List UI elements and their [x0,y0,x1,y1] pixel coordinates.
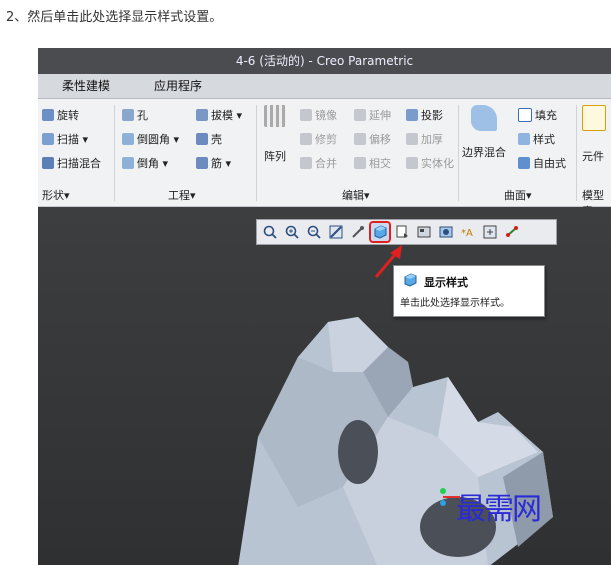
window-title: 4-6 (活动的) - Creo Parametric [38,48,611,74]
style-icon [518,133,530,145]
swept-blend-icon [42,157,54,169]
watermark-logo: 最需网 [456,492,542,527]
project-icon [406,109,418,121]
swept-blend-button[interactable]: 扫描混合 [42,155,101,171]
hole-button[interactable]: 孔 [122,107,148,123]
reorient-icon[interactable] [349,223,367,241]
zoom-in-icon[interactable] [283,223,301,241]
sweep-button[interactable]: 扫描 ▾ [42,131,88,147]
draft-button[interactable]: 拔模 ▾ [196,107,242,123]
divider [458,105,459,201]
display-style-tooltip-icon [404,273,417,287]
annotation-icon[interactable] [503,223,521,241]
view-toolbar: *A [256,219,557,245]
boundary-blend-button[interactable]: 边界混合 [462,105,506,160]
perspective-icon[interactable] [437,223,455,241]
sweep-icon [42,133,54,145]
group-edit[interactable]: 编辑▾ [342,187,370,203]
group-surface[interactable]: 曲面▾ [504,187,532,203]
spin-center-icon[interactable] [481,223,499,241]
fill-button[interactable]: 填充 [518,107,557,123]
thicken-button[interactable]: 加厚 [406,131,443,147]
offset-button[interactable]: 偏移 [354,131,391,147]
3d-model [238,317,553,565]
trim-button[interactable]: 修剪 [300,131,337,147]
shell-icon [196,133,208,145]
boundary-blend-icon [471,105,497,131]
divider [576,105,577,201]
trim-icon [300,133,312,145]
pattern-icon [264,105,286,127]
display-style-tooltip: 显示样式 单击此处选择显示样式。 [393,265,545,317]
divider [256,105,257,201]
solidify-button[interactable]: 实体化 [406,155,454,171]
thicken-icon [406,133,418,145]
rib-icon [196,157,208,169]
repaint-icon[interactable] [327,223,345,241]
mirror-button[interactable]: 镜像 [300,107,337,123]
view-manager-icon[interactable] [415,223,433,241]
intersect-button[interactable]: 相交 [354,155,391,171]
group-shape[interactable]: 形状▾ [42,187,70,203]
component-icon [582,105,606,131]
tooltip-title: 显示样式 [424,276,468,289]
merge-icon [300,157,312,169]
saved-views-icon[interactable] [393,223,411,241]
rib-button[interactable]: 筋 ▾ [196,155,231,171]
round-button[interactable]: 倒圆角 ▾ [122,131,179,147]
mirror-icon [300,109,312,121]
extend-button[interactable]: 延伸 [354,107,391,123]
chamfer-icon [122,157,134,169]
chamfer-button[interactable]: 倒角 ▾ [122,155,168,171]
group-engineering[interactable]: 工程▾ [168,187,196,203]
component-button[interactable]: 元件 [582,105,606,164]
zoom-out-icon[interactable] [305,223,323,241]
divider [114,105,115,201]
shell-button[interactable]: 壳 [196,131,222,147]
revolve-icon [42,109,54,121]
hole-icon [122,109,134,121]
tab-flexible-modeling[interactable]: 柔性建模 [52,74,120,98]
ribbon-tabs: 柔性建模 应用程序 [38,74,611,99]
svg-text:*A: *A [461,228,473,239]
freestyle-button[interactable]: 自由式 [518,155,566,171]
ribbon: 旋转 扫描 ▾ 扫描混合 形状▾ 孔 拔模 ▾ 倒圆角 ▾ 壳 倒角 ▾ 筋 ▾… [38,99,611,218]
merge-button[interactable]: 合并 [300,155,337,171]
project-button[interactable]: 投影 [406,107,443,123]
tooltip-body: 单击此处选择显示样式。 [400,298,510,309]
pattern-button[interactable]: 阵列 [264,105,286,164]
revolve-button[interactable]: 旋转 [42,107,79,123]
fill-icon [518,108,532,122]
solidify-icon [406,157,418,169]
round-icon [122,133,134,145]
style-button[interactable]: 样式 [518,131,555,147]
intersect-icon [354,157,366,169]
freestyle-icon [518,157,530,169]
zoom-fit-icon[interactable] [261,223,279,241]
datum-display-icon[interactable]: *A [459,223,477,241]
offset-icon [354,133,366,145]
display-style-icon[interactable] [369,221,391,243]
extend-icon [354,109,366,121]
draft-icon [196,109,208,121]
instruction-text: 2、然后单击此处选择显示样式设置。 [6,10,223,25]
tab-applications[interactable]: 应用程序 [144,74,212,98]
